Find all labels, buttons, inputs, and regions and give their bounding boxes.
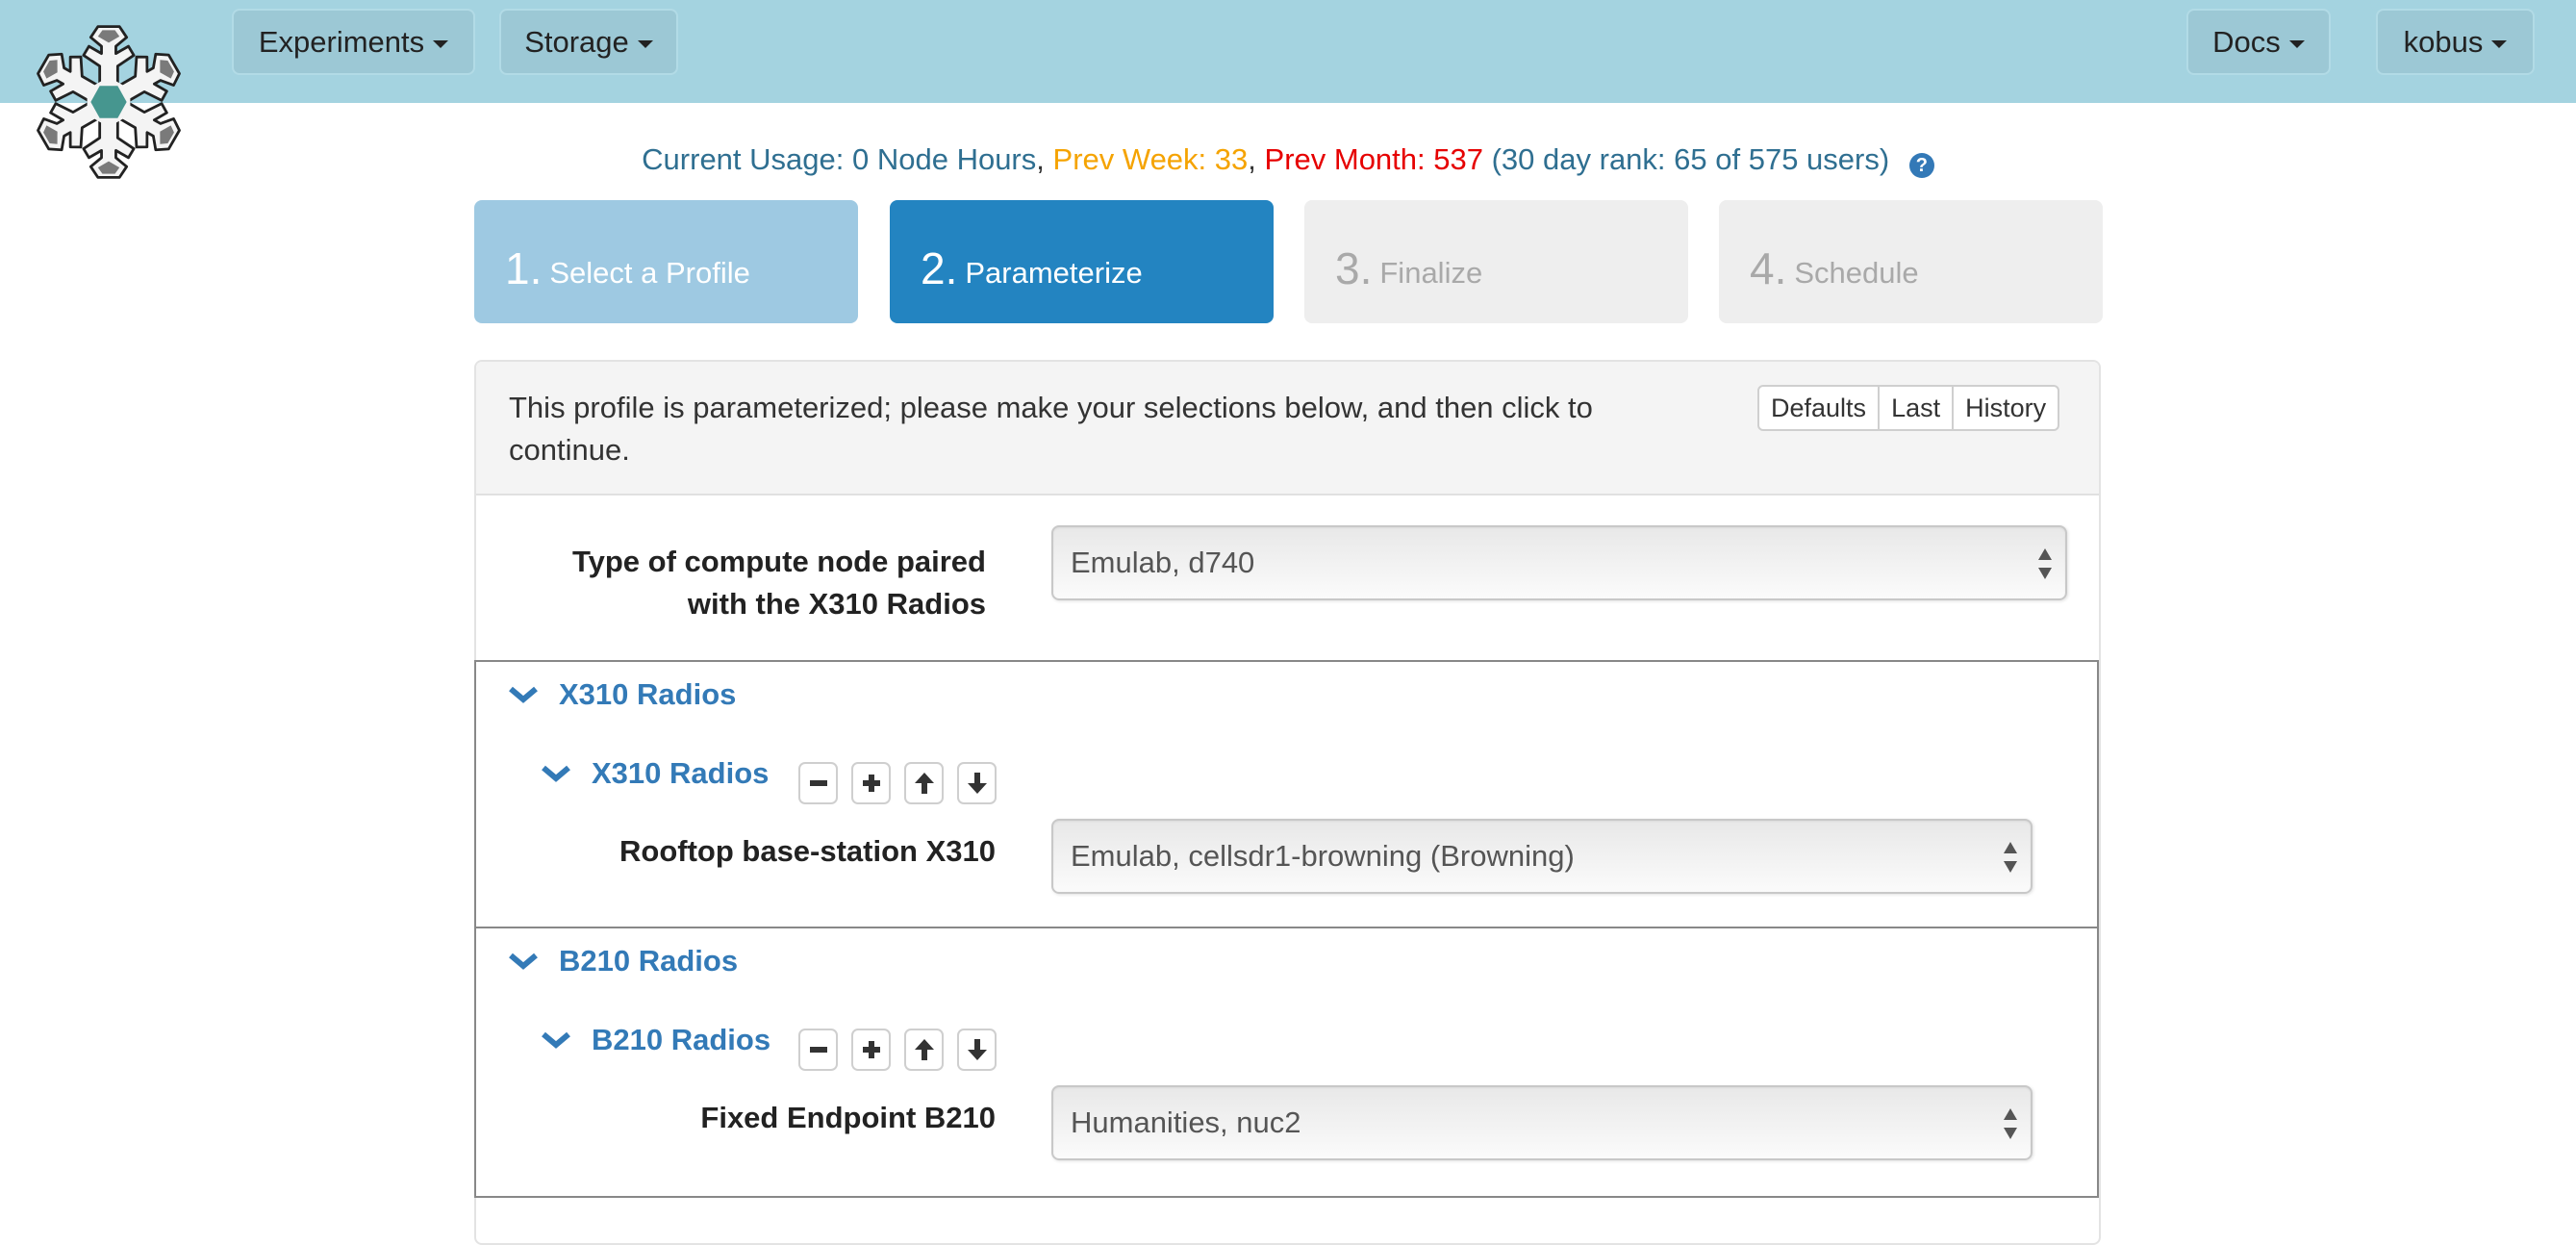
select-arrows-icon bbox=[2038, 548, 2052, 579]
b210-section-toggle[interactable]: B210 Radios bbox=[509, 944, 738, 978]
prev-month-usage: Prev Month: 537 bbox=[1264, 142, 1483, 176]
move-up-button[interactable] bbox=[904, 1029, 944, 1071]
usage-rank: (30 day rank: 65 of 575 users) bbox=[1491, 142, 1890, 176]
section-title: B210 Radios bbox=[559, 944, 739, 978]
chevron-down-icon bbox=[509, 953, 538, 970]
b210-subsection-toggle[interactable]: B210 Radios bbox=[542, 1023, 770, 1057]
step-label: Select a Profile bbox=[549, 256, 750, 290]
prev-week-usage: Prev Week: 33 bbox=[1052, 142, 1249, 176]
step-select-profile[interactable]: 1. Select a Profile bbox=[474, 200, 858, 323]
compute-node-select[interactable]: Emulab, d740 bbox=[1051, 525, 2067, 600]
experiments-menu-button[interactable]: Experiments bbox=[232, 9, 475, 75]
selected-value: Humanities, nuc2 bbox=[1071, 1105, 1301, 1139]
step-parameterize[interactable]: 2. Parameterize bbox=[890, 200, 1274, 323]
plus-icon bbox=[862, 775, 880, 792]
step-number: 2. bbox=[921, 243, 958, 293]
user-menu-label: kobus bbox=[2403, 24, 2484, 59]
selected-value: Emulab, d740 bbox=[1071, 546, 1255, 579]
b210-field-label: Fixed Endpoint B210 bbox=[700, 1101, 996, 1134]
minus-icon bbox=[809, 780, 827, 786]
x310-radios-section: X310 Radios X310 Radios Rooftop base-sta… bbox=[474, 660, 2099, 928]
separator: , bbox=[1036, 142, 1045, 176]
move-down-button[interactable] bbox=[957, 1029, 997, 1071]
step-number: 3. bbox=[1335, 243, 1373, 293]
subsection-title: X310 Radios bbox=[592, 756, 770, 790]
remove-button[interactable] bbox=[798, 762, 838, 804]
help-question-icon[interactable]: ? bbox=[1908, 153, 1934, 178]
docs-menu-label: Docs bbox=[2212, 24, 2281, 59]
b210-item-controls bbox=[798, 1029, 997, 1071]
x310-section-toggle[interactable]: X310 Radios bbox=[509, 677, 736, 712]
step-label: Schedule bbox=[1794, 256, 1919, 290]
chevron-down-icon bbox=[542, 1031, 570, 1049]
user-menu-button[interactable]: kobus bbox=[2376, 9, 2535, 75]
history-button[interactable]: History bbox=[1954, 387, 2058, 429]
step-label: Finalize bbox=[1379, 256, 1483, 290]
step-schedule: 4. Schedule bbox=[1719, 200, 2103, 323]
defaults-button[interactable]: Defaults bbox=[1759, 387, 1881, 429]
chevron-down-icon bbox=[509, 686, 538, 703]
b210-radios-section: B210 Radios B210 Radios Fixed Endpoint B… bbox=[474, 927, 2099, 1198]
x310-subsection-toggle[interactable]: X310 Radios bbox=[542, 756, 769, 791]
plus-icon bbox=[862, 1041, 880, 1058]
docs-menu-button[interactable]: Docs bbox=[2186, 9, 2331, 75]
experiments-menu-label: Experiments bbox=[258, 24, 425, 59]
last-button[interactable]: Last bbox=[1880, 387, 1955, 429]
select-arrows-icon bbox=[2004, 842, 2017, 873]
move-up-button[interactable] bbox=[904, 762, 944, 804]
move-down-button[interactable] bbox=[957, 762, 997, 804]
caret-down-icon bbox=[2491, 39, 2508, 48]
chevron-down-icon bbox=[542, 765, 570, 782]
step-label: Parameterize bbox=[965, 256, 1143, 290]
separator: , bbox=[1248, 142, 1256, 176]
label-line: with the X310 Radios bbox=[687, 587, 986, 621]
caret-down-icon bbox=[433, 39, 449, 48]
parameter-set-button-group: Defaults Last History bbox=[1757, 385, 2060, 431]
step-number: 1. bbox=[505, 243, 543, 293]
remove-button[interactable] bbox=[798, 1029, 838, 1071]
step-finalize: 3. Finalize bbox=[1304, 200, 1688, 323]
storage-menu-label: Storage bbox=[524, 24, 629, 59]
minus-icon bbox=[809, 1047, 827, 1053]
arrow-up-icon bbox=[914, 773, 934, 794]
x310-radio-select[interactable]: Emulab, cellsdr1-browning (Browning) bbox=[1051, 819, 2033, 894]
add-button[interactable] bbox=[851, 1029, 891, 1071]
select-arrows-icon bbox=[2004, 1108, 2017, 1139]
parameter-panel: This profile is parameterized; please ma… bbox=[474, 360, 2101, 1245]
label-line: Type of compute node paired bbox=[571, 545, 986, 578]
arrow-down-icon bbox=[967, 773, 987, 794]
b210-radio-select[interactable]: Humanities, nuc2 bbox=[1051, 1085, 2033, 1160]
top-navbar: Experiments Storage Docs kobus bbox=[0, 0, 2576, 103]
caret-down-icon bbox=[2288, 39, 2305, 48]
panel-instructions: This profile is parameterized; please ma… bbox=[509, 391, 1593, 467]
step-number: 4. bbox=[1750, 243, 1787, 293]
add-button[interactable] bbox=[851, 762, 891, 804]
selected-value: Emulab, cellsdr1-browning (Browning) bbox=[1071, 839, 1575, 873]
x310-field-label: Rooftop base-station X310 bbox=[619, 834, 996, 868]
compute-node-label: Type of compute node paired with the X31… bbox=[476, 541, 986, 625]
current-usage: Current Usage: 0 Node Hours bbox=[642, 142, 1037, 176]
section-title: X310 Radios bbox=[559, 677, 737, 711]
arrow-down-icon bbox=[967, 1039, 987, 1060]
panel-header: This profile is parameterized; please ma… bbox=[476, 362, 2099, 495]
arrow-up-icon bbox=[914, 1039, 934, 1060]
storage-menu-button[interactable]: Storage bbox=[499, 9, 678, 75]
x310-item-controls bbox=[798, 762, 997, 804]
subsection-title: B210 Radios bbox=[592, 1023, 771, 1056]
usage-summary: Current Usage: 0 Node Hours, Prev Week: … bbox=[0, 142, 2576, 178]
caret-down-icon bbox=[637, 39, 653, 48]
